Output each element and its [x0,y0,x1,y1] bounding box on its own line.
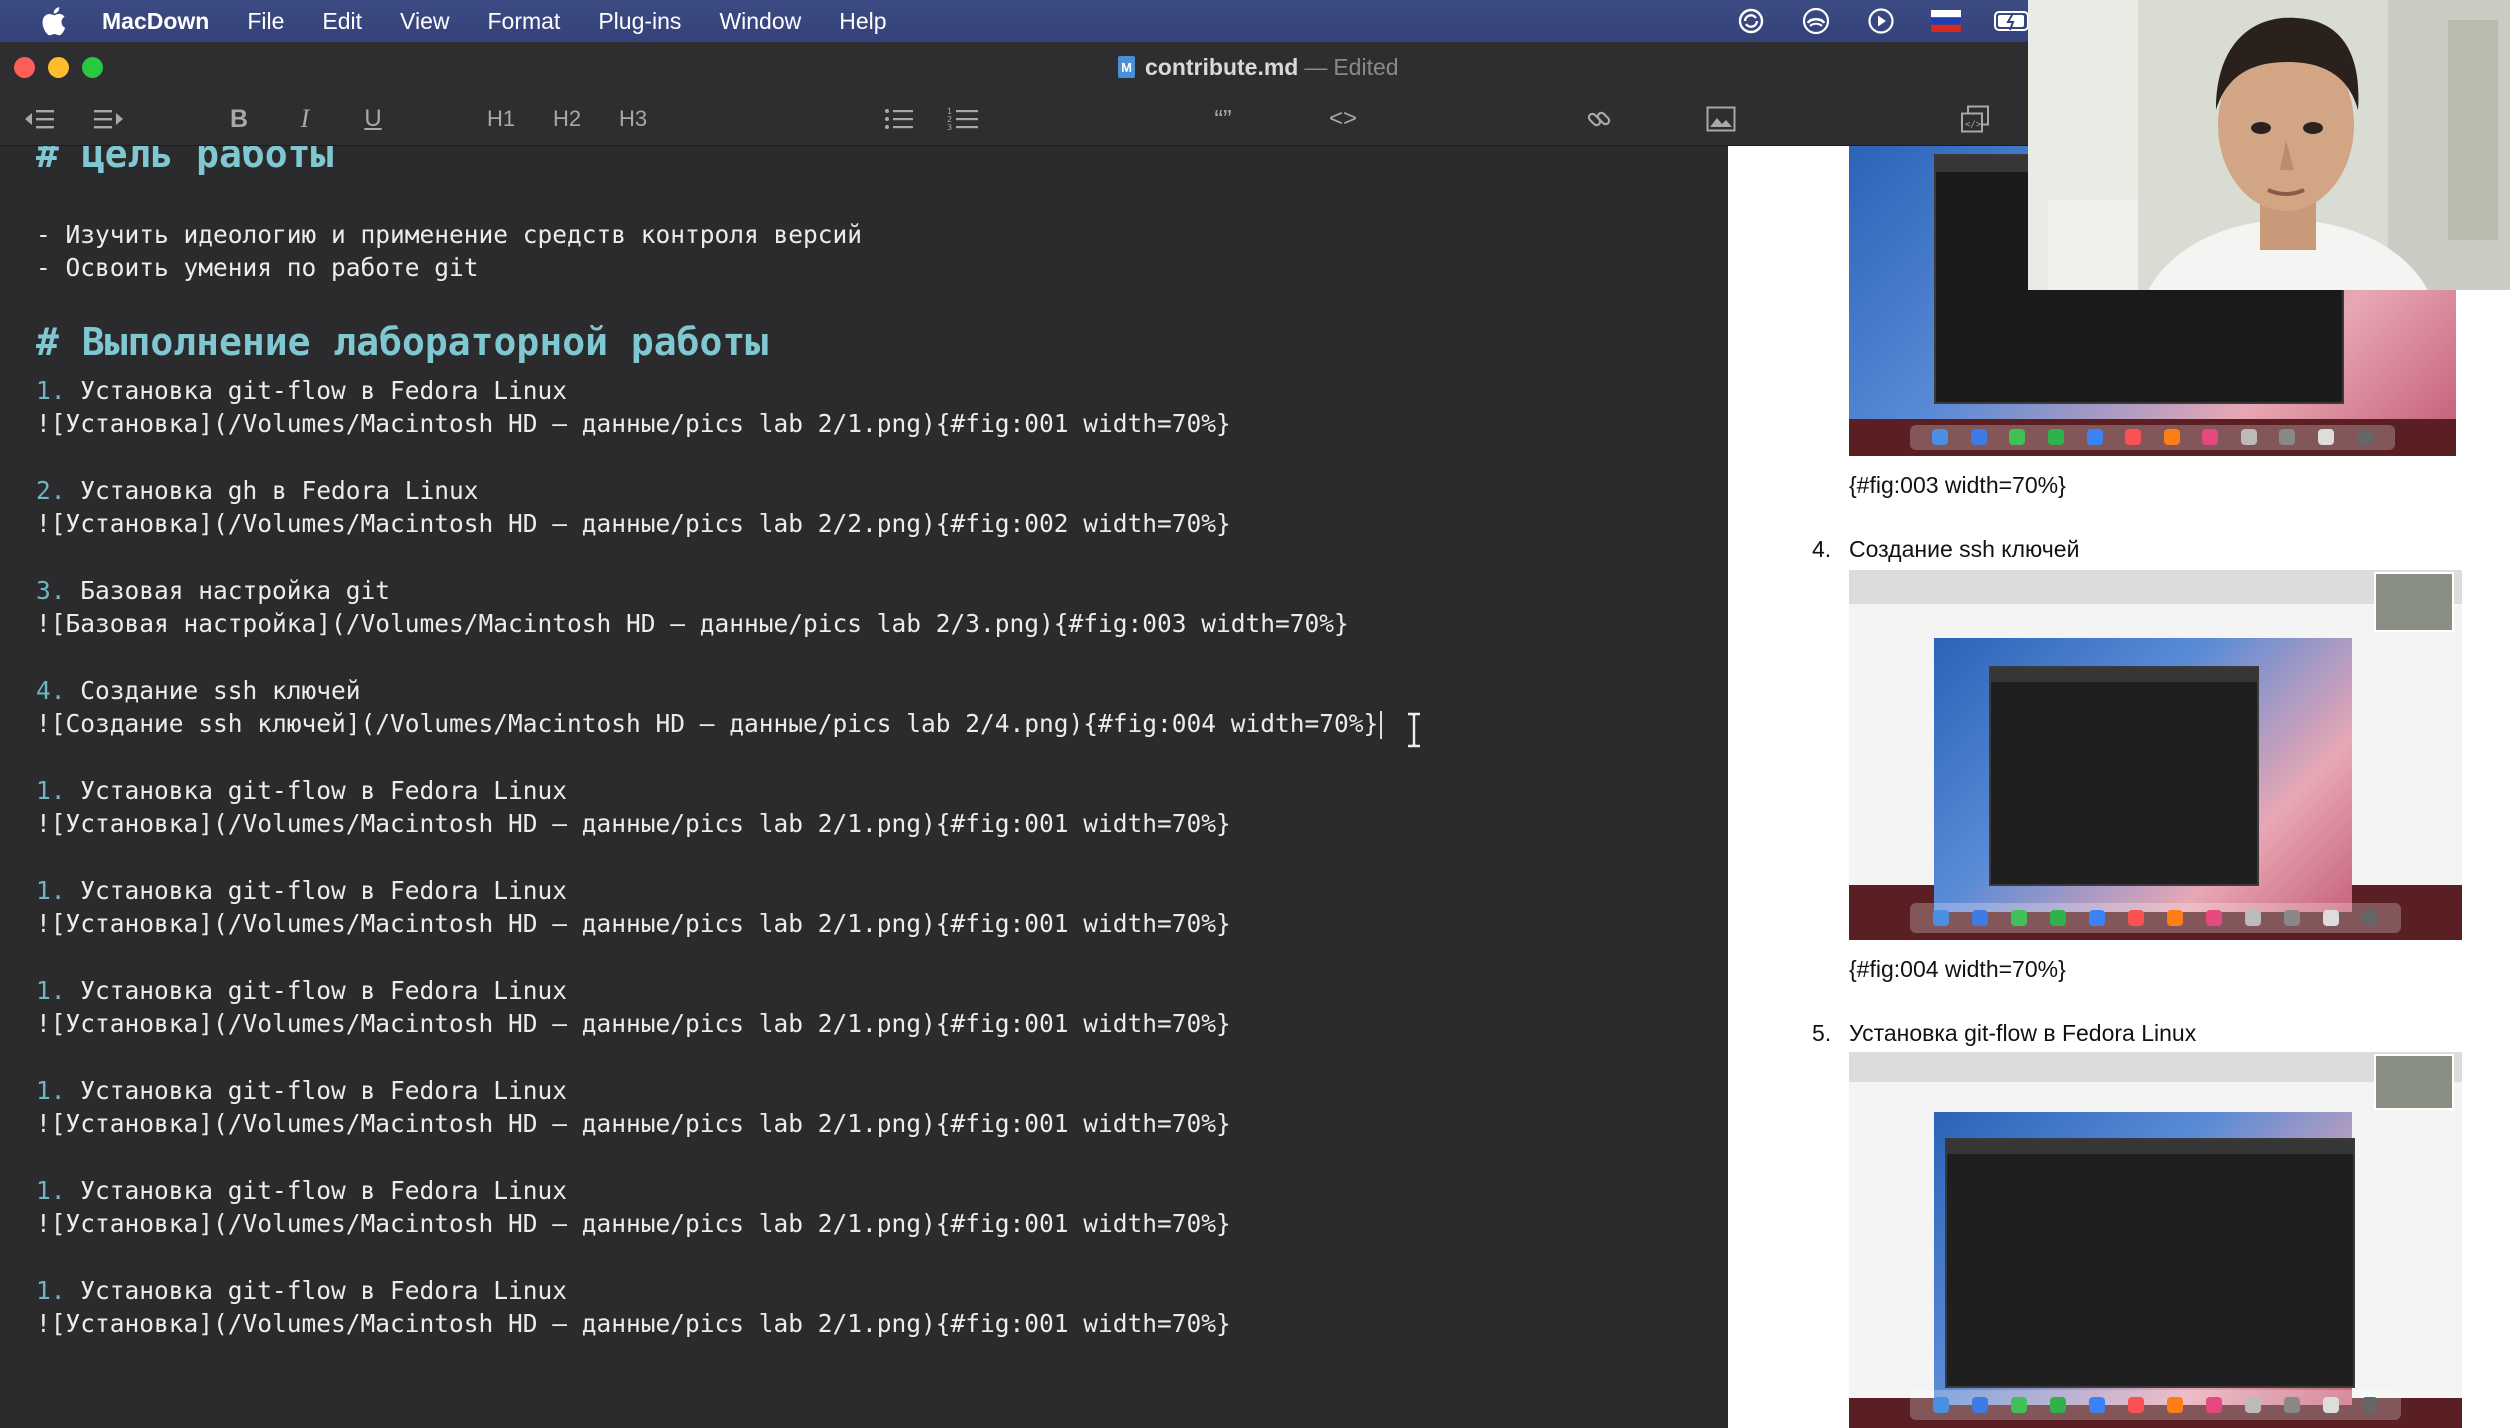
preview-image-4 [1849,570,2462,940]
bold-button[interactable]: B [222,102,256,136]
editor-text-line: ![Установка](/Volumes/Macintosh HD — дан… [36,809,1231,838]
heading3-button[interactable]: H3 [616,102,650,136]
text-caret [1380,711,1383,739]
editor-list-text: Установка git-flow в Fedora Linux [65,376,568,405]
editor-list-number: 1. [36,1076,66,1105]
editor-list-text: Базовая настройка git [65,576,391,605]
image-icon[interactable] [1704,102,1738,136]
markdown-preview[interactable]: {#fig:003 width=70%} 4. Создание ssh клю… [1728,146,2510,1428]
menu-help[interactable]: Help [820,0,905,42]
unordered-list-icon[interactable] [882,102,916,136]
menu-app-name[interactable]: MacDown [92,0,228,42]
editor-text-line: ![Установка](/Volumes/Macintosh HD — дан… [36,909,1231,938]
editor-text-line: ![Базовая настройка](/Volumes/Macintosh … [36,609,1349,638]
preview-image-5 [1849,1052,2462,1428]
editor-list-text: Создание ssh ключей [65,676,361,705]
editor-list-number: 1. [36,876,66,905]
close-window-button[interactable] [14,57,35,78]
svg-text:</>: </> [1965,120,1982,130]
editor-list-item-line: 2. Установка gh в Fedora Linux [36,476,479,505]
editor-list-text: Установка git-flow в Fedora Linux [65,876,568,905]
link-icon[interactable] [1582,102,1616,136]
inline-code-button[interactable]: <> [1326,102,1360,136]
editor-list-item-line: 1. Установка git-flow в Fedora Linux [36,776,567,805]
editor-heading-line: # Выполнение лабораторной работы [36,320,769,364]
ordered-list-icon[interactable]: 123 [946,102,980,136]
editor-list-number: 1. [36,776,66,805]
editor-list-item-line: 1. Установка git-flow в Fedora Linux [36,1276,567,1305]
editor-list-text: Установка git-flow в Fedora Linux [65,1276,568,1305]
editor-list-number: 1. [36,1276,66,1305]
menu-format[interactable]: Format [468,0,579,42]
menu-view[interactable]: View [381,0,468,42]
editor-list-number: 2. [36,476,66,505]
heading1-button[interactable]: H1 [484,102,518,136]
webcam-overlay [2028,0,2510,290]
blockquote-button[interactable]: “” [1206,102,1240,136]
editor-list-item-line: 3. Базовая настройка git [36,576,390,605]
window-edited-state: Edited [1333,53,1399,80]
underline-button[interactable]: U [356,102,390,136]
zoom-window-button[interactable] [82,57,103,78]
editor-list-text: Установка git-flow в Fedora Linux [65,1076,568,1105]
title-bar[interactable]: M contribute.md — Edited [0,42,2028,92]
indent-icon[interactable] [92,102,126,136]
copy-html-icon[interactable]: </> [1958,102,1992,136]
editor-list-text: Установка git-flow в Fedora Linux [65,776,568,805]
preview-caption-fig003: {#fig:003 width=70%} [1849,472,2066,498]
minimize-window-button[interactable] [48,57,69,78]
toolbar: B I U H1 H2 H3 123 “” <> </> [0,92,2028,146]
macdown-window: M contribute.md — Edited B I U H1 H2 H3 … [0,42,2028,1428]
markdown-editor[interactable]: # Цель работы - Изучить идеологию и приме… [0,146,1728,1428]
preview-list-item-4: Создание ssh ключей [1849,536,2080,562]
editor-text-line: ![Установка](/Volumes/Macintosh HD — дан… [36,509,1231,538]
editor-list-number: 1. [36,376,66,405]
play-icon[interactable] [1864,6,1898,36]
heading2-button[interactable]: H2 [550,102,584,136]
editor-list-number: 1. [36,976,66,1005]
editor-heading-line: # Цель работы [36,146,334,176]
preview-caption-fig004: {#fig:004 width=70%} [1849,956,2066,982]
editor-list-text: Установка git-flow в Fedora Linux [65,1176,568,1205]
editor-list-item-line: 1. Установка git-flow в Fedora Linux [36,976,567,1005]
italic-button[interactable]: I [288,102,322,136]
editor-text-line: ![Создание ssh ключей](/Volumes/Macintos… [36,709,1383,739]
editor-list-item-line: 1. Установка git-flow в Fedora Linux [36,376,567,405]
menu-plugins[interactable]: Plug-ins [579,0,700,42]
editor-text-line: ![Установка](/Volumes/Macintosh HD — дан… [36,1209,1231,1238]
editor-list-text: Установка gh в Fedora Linux [65,476,479,505]
preview-list-item-5: Установка git-flow в Fedora Linux [1849,1020,2197,1046]
editor-text-line: - Освоить умения по работе git [36,253,479,282]
editor-list-number: 1. [36,1176,66,1205]
editor-text-line: ![Установка](/Volumes/Macintosh HD — дан… [36,1309,1231,1338]
editor-list-number: 3. [36,576,66,605]
editor-list-item-line: 4. Создание ssh ключей [36,676,361,705]
window-title: M contribute.md — Edited [1118,52,1399,82]
preview-list-num-5: 5. [1812,1020,1832,1046]
sync-icon[interactable] [1734,6,1768,36]
editor-list-item-line: 1. Установка git-flow в Fedora Linux [36,1076,567,1105]
preview-list-num-4: 4. [1812,536,1832,562]
editor-text-line: ![Установка](/Volumes/Macintosh HD — дан… [36,1009,1231,1038]
cloud-icon[interactable] [1799,6,1833,36]
document-icon: M [1118,56,1135,78]
flag-icon[interactable] [1929,6,1963,36]
editor-text-line: ![Установка](/Volumes/Macintosh HD — дан… [36,1109,1231,1138]
window-filename: contribute.md [1145,53,1299,80]
menu-window[interactable]: Window [700,0,820,42]
window-title-separator: — [1304,53,1328,80]
menu-edit[interactable]: Edit [303,0,381,42]
editor-text-line: ![Установка](/Volumes/Macintosh HD — дан… [36,409,1231,438]
text-cursor-icon [1408,712,1420,748]
apple-menu-icon[interactable] [32,0,74,42]
svg-text:3: 3 [947,123,952,132]
editor-list-number: 4. [36,676,66,705]
editor-list-text: Установка git-flow в Fedora Linux [65,976,568,1005]
editor-text-line: - Изучить идеологию и применение средств… [36,220,863,249]
menu-file[interactable]: File [228,0,303,42]
webcam-person-image [2028,0,2510,290]
outdent-icon[interactable] [22,102,56,136]
editor-list-item-line: 1. Установка git-flow в Fedora Linux [36,1176,567,1205]
editor-list-item-line: 1. Установка git-flow в Fedora Linux [36,876,567,905]
